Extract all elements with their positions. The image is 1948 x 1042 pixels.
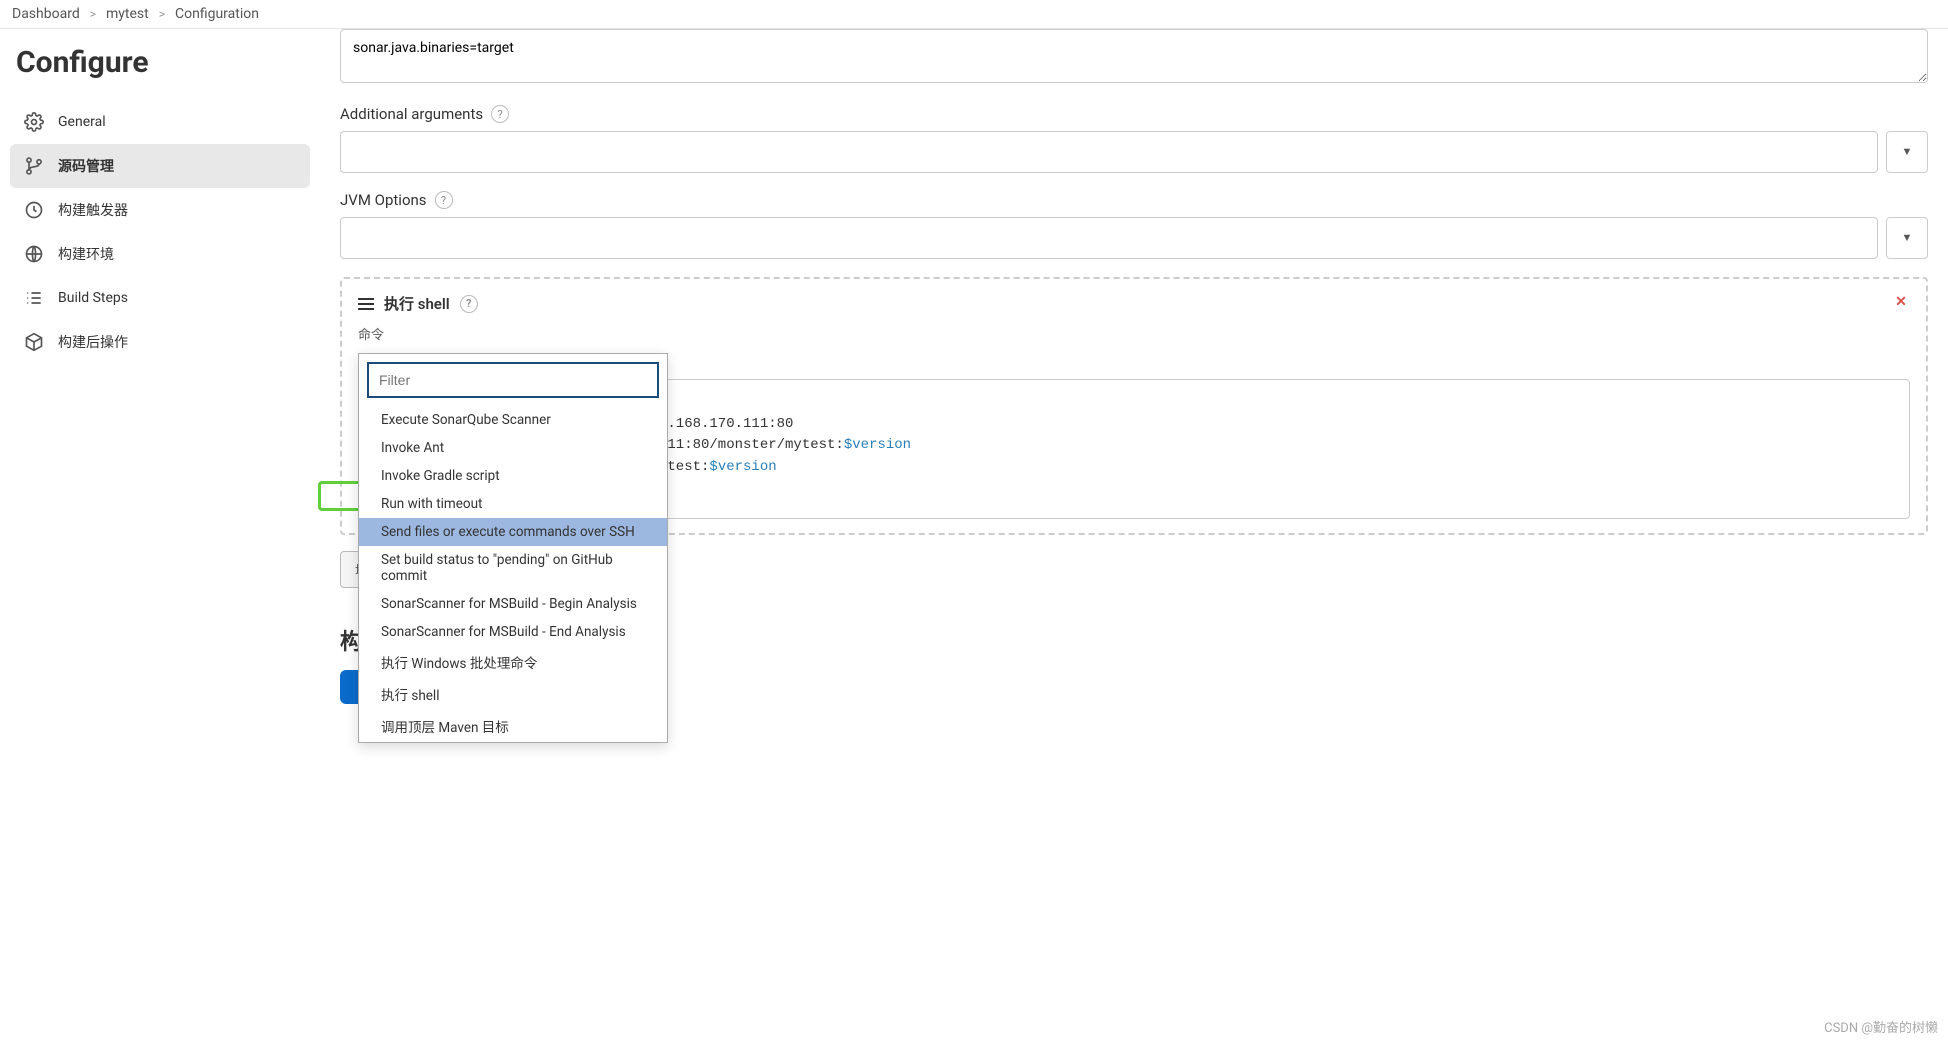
sidebar-item-build-steps[interactable]: Build Steps [10,276,310,320]
main-content: sonar.java.binaries=target Additional ar… [320,29,1948,744]
clock-icon [24,200,44,220]
breadcrumb: Dashboard > mytest > Configuration [0,0,1948,29]
help-icon[interactable]: ? [491,105,509,123]
chevron-right-icon: > [159,7,165,21]
breadcrumb-item[interactable]: Dashboard [12,6,80,22]
help-icon[interactable]: ? [460,295,478,313]
dropdown-item[interactable]: SonarScanner for MSBuild - Begin Analysi… [359,590,667,618]
expand-button[interactable]: ▼ [1886,131,1928,173]
dropdown-item[interactable]: Invoke Ant [359,434,667,462]
drag-handle-icon[interactable] [358,298,374,310]
sidebar-item-label: Build Steps [58,290,128,306]
jvm-options-input[interactable] [340,217,1878,259]
additional-arguments-input[interactable] [340,131,1878,173]
watermark: CSDN @勤奋的树懒 [1824,1017,1938,1036]
dropdown-item[interactable]: SonarScanner for MSBuild - End Analysis [359,618,667,646]
breadcrumb-item[interactable]: Configuration [175,6,259,22]
dropdown-item[interactable]: Set build status to "pending" on GitHub … [359,546,667,590]
dropdown-item[interactable]: Run with timeout [359,490,667,518]
dropdown-item[interactable]: 调用顶层 Maven 目标 [359,710,667,742]
sidebar-item-label: 构建环境 [58,244,114,264]
build-step-dropdown: Execute SonarQube ScannerInvoke AntInvok… [358,353,668,743]
branch-icon [24,156,44,176]
chevron-right-icon: > [90,7,96,21]
chevron-down-icon: ▼ [1902,232,1913,244]
sidebar-item-environment[interactable]: 构建环境 [10,232,310,276]
dropdown-item[interactable]: 执行 shell [359,678,667,710]
shell-panel-title: 执行 shell [384,293,450,314]
gear-icon [24,112,44,132]
sidebar-item-scm[interactable]: 源码管理 [10,144,310,188]
additional-arguments-label: Additional arguments [340,105,483,123]
sidebar-item-label: 构建触发器 [58,200,128,220]
dropdown-item[interactable]: 执行 Windows 批处理命令 [359,646,667,678]
sidebar-item-general[interactable]: General [10,100,310,144]
sidebar-item-triggers[interactable]: 构建触发器 [10,188,310,232]
analysis-properties-textarea[interactable]: sonar.java.binaries=target [340,29,1928,83]
chevron-down-icon: ▼ [1902,146,1913,158]
close-icon[interactable]: ✕ [1890,291,1912,313]
expand-button[interactable]: ▼ [1886,217,1928,259]
dropdown-item[interactable]: Invoke Gradle script [359,462,667,490]
help-icon[interactable]: ? [435,191,453,209]
shell-step-panel: 执行 shell ? ✕ 命令 Execute SonarQube Scanne… [340,277,1928,535]
dropdown-item[interactable]: Execute SonarQube Scanner [359,406,667,434]
sidebar-item-label: 构建后操作 [58,332,128,352]
command-label: 命令 [358,324,1910,343]
sidebar: Configure General 源码管理 构建触发器 构建环境 [0,29,320,744]
cube-icon [24,332,44,352]
breadcrumb-item[interactable]: mytest [106,6,149,22]
sidebar-item-post-build[interactable]: 构建后操作 [10,320,310,364]
list-icon [24,288,44,308]
dropdown-item[interactable]: Send files or execute commands over SSH [359,518,667,546]
sidebar-item-label: 源码管理 [58,156,114,176]
globe-icon [24,244,44,264]
jvm-options-label: JVM Options [340,191,427,209]
dropdown-filter-input[interactable] [367,362,659,398]
page-title: Configure [10,45,310,80]
sidebar-item-label: General [58,114,106,130]
